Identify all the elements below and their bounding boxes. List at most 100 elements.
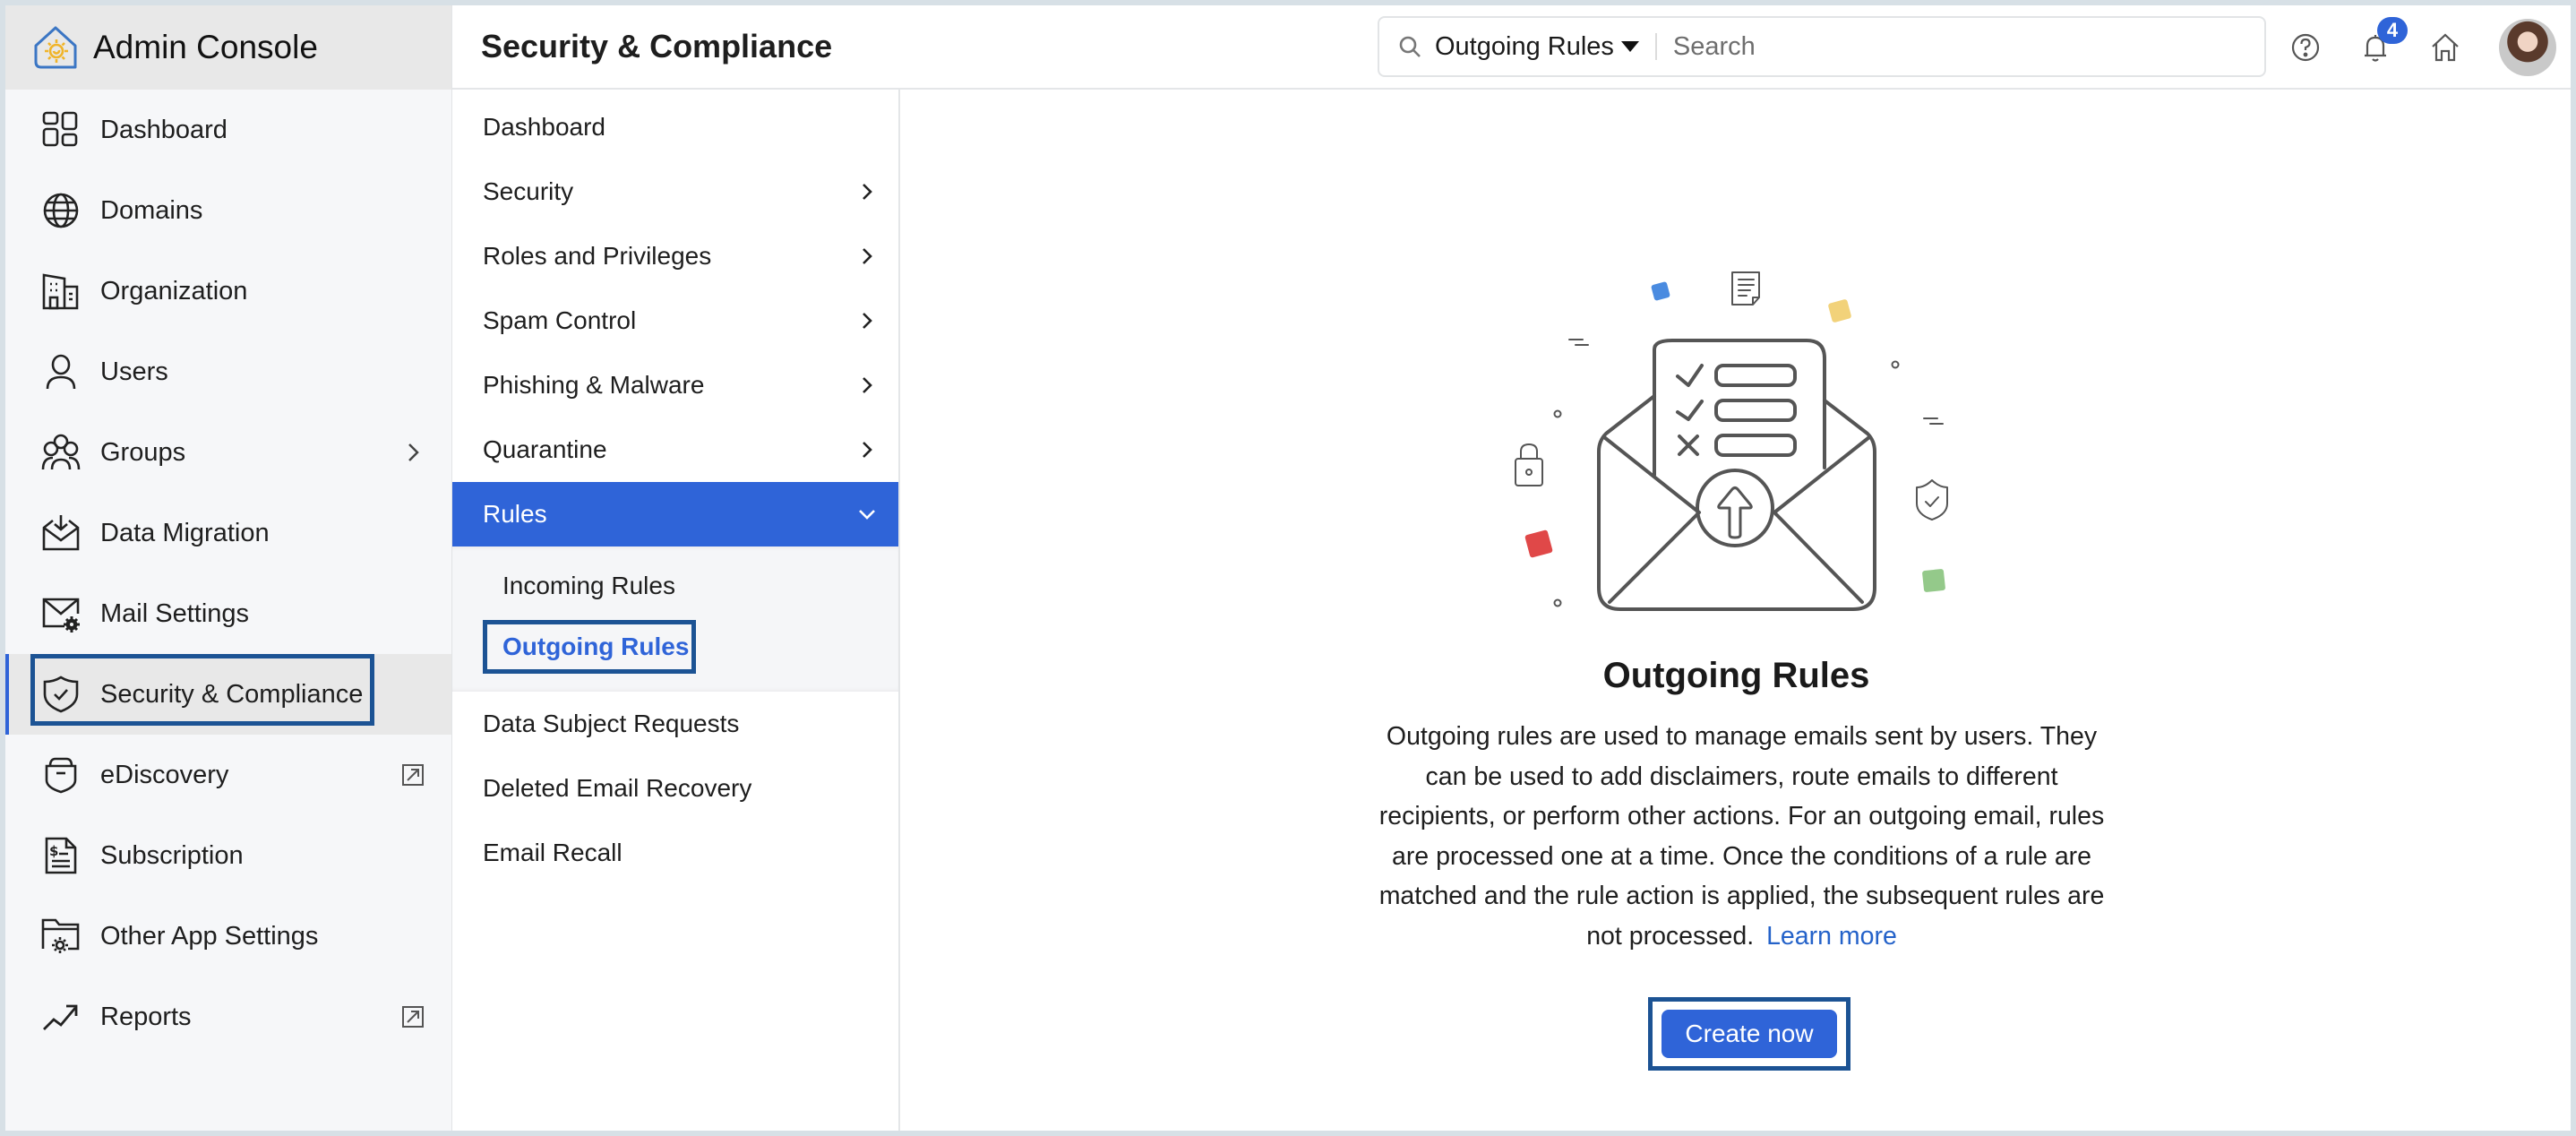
sidebar-item-label: Other App Settings <box>100 921 319 951</box>
sidebar-item-label: eDiscovery <box>100 760 229 789</box>
line-bar-3 <box>1714 434 1797 457</box>
subnav-item-dashboard[interactable]: Dashboard <box>452 95 898 159</box>
external-link-icon[interactable] <box>399 1003 426 1030</box>
subnav-item-deleted-email-recovery[interactable]: Deleted Email Recovery <box>452 756 898 821</box>
folder-settings-icon <box>41 918 80 953</box>
sidebar-item-label: Security & Compliance <box>100 679 364 709</box>
notifications-button[interactable]: 4 <box>2359 17 2408 64</box>
subnav-item-spam-control[interactable]: Spam Control <box>452 288 898 353</box>
subnav-item-label: Quarantine <box>483 435 607 463</box>
document-icon <box>1731 271 1760 306</box>
rules-submenu: Incoming Rules Outgoing Rules <box>452 546 898 692</box>
notification-badge: 4 <box>2377 17 2408 44</box>
sidebar-item-groups[interactable]: Groups <box>5 412 451 493</box>
subnav-item-label: Phishing & Malware <box>483 371 705 399</box>
subnav-item-label: Dashboard <box>483 113 605 141</box>
search-scope-dropdown[interactable]: Outgoing Rules <box>1435 32 1639 62</box>
line-bar-2 <box>1714 399 1797 422</box>
sidebar-item-subscription[interactable]: $ Subscription <box>5 815 451 896</box>
app-title: Admin Console <box>93 29 318 65</box>
external-link-icon[interactable] <box>399 762 426 788</box>
arrow-up-icon <box>1717 486 1753 539</box>
envelope-fold <box>1602 435 1871 604</box>
subnav-item-incoming-rules[interactable]: Incoming Rules <box>452 555 898 616</box>
envelope <box>1597 394 1876 611</box>
section-subnav: Dashboard Security Roles and Privileges … <box>452 90 900 1131</box>
subnav-item-email-recall[interactable]: Email Recall <box>452 821 898 885</box>
sidebar-item-reports[interactable]: Reports <box>5 977 451 1057</box>
chevron-right-icon <box>863 184 872 200</box>
chevron-right-icon <box>863 442 872 458</box>
header-actions: 4 <box>2289 5 2571 90</box>
confetti-yellow <box>1828 299 1851 323</box>
sidebar: Admin Console Dashboard Domains Organiza… <box>5 5 452 1131</box>
svg-text:$: $ <box>49 843 58 859</box>
sidebar-item-label: Dashboard <box>100 115 228 144</box>
inbox-download-icon <box>42 515 80 551</box>
check-2 <box>1676 400 1704 421</box>
subnav-item-quarantine[interactable]: Quarantine <box>452 417 898 482</box>
create-button-highlight: Create now <box>1648 997 1850 1071</box>
dash-mark <box>1568 339 1589 346</box>
admin-console-logo-icon <box>34 26 77 69</box>
user-avatar[interactable] <box>2499 19 2556 76</box>
subnav-item-rules[interactable]: Rules <box>452 482 898 546</box>
cross <box>1678 435 1699 456</box>
sidebar-item-ediscovery[interactable]: eDiscovery <box>5 735 451 815</box>
app-window: Admin Console Dashboard Domains Organiza… <box>5 5 2571 1131</box>
letter <box>1653 339 1826 469</box>
subnav-item-label: Rules <box>483 500 547 528</box>
subnav-item-label: Spam Control <box>483 306 637 334</box>
chevron-right-icon <box>863 313 872 329</box>
search-icon <box>1399 36 1421 57</box>
create-now-button[interactable]: Create now <box>1662 1010 1837 1058</box>
sidebar-item-data-migration[interactable]: Data Migration <box>5 493 451 573</box>
subnav-item-security[interactable]: Security <box>452 159 898 224</box>
subnav-item-data-subject-requests[interactable]: Data Subject Requests <box>452 692 898 756</box>
caret-down-icon <box>1620 41 1639 52</box>
subnav-item-roles-privileges[interactable]: Roles and Privileges <box>452 224 898 288</box>
dashboard-icon <box>42 111 78 147</box>
groups-icon <box>41 434 81 470</box>
chevron-right-icon <box>863 377 872 393</box>
search-input[interactable] <box>1672 31 2264 62</box>
subnav-item-label: Outgoing Rules <box>502 633 690 660</box>
home-icon[interactable] <box>2429 31 2461 64</box>
invoice-icon: $ <box>45 837 77 874</box>
subnav-item-outgoing-rules[interactable]: Outgoing Rules <box>452 616 898 677</box>
confetti-blue <box>1651 281 1670 301</box>
confetti-green <box>1922 569 1945 592</box>
outgoing-rules-illustration <box>1515 271 1948 611</box>
help-icon[interactable] <box>2289 31 2322 64</box>
search-divider <box>1654 33 1657 60</box>
empty-state-title: Outgoing Rules <box>1602 656 1870 695</box>
sidebar-item-mail-settings[interactable]: Mail Settings <box>5 573 451 654</box>
sidebar-item-domains[interactable]: Domains <box>5 170 451 251</box>
brand-header: Admin Console <box>5 5 451 90</box>
sidebar-item-label: Domains <box>100 195 203 225</box>
sidebar-item-organization[interactable]: Organization <box>5 251 451 331</box>
empty-state-description: Outgoing rules are used to manage emails… <box>1377 717 2107 956</box>
page-title: Security & Compliance <box>481 28 833 65</box>
trend-icon <box>43 1004 78 1030</box>
search-bar[interactable]: Outgoing Rules <box>1378 16 2266 77</box>
main-content: Outgoing Rules Outgoing rules are used t… <box>902 91 2571 1131</box>
sidebar-item-label: Reports <box>100 1002 192 1031</box>
globe-icon <box>43 193 79 228</box>
learn-more-link[interactable]: Learn more <box>1766 922 1897 951</box>
sidebar-item-users[interactable]: Users <box>5 331 451 412</box>
top-header: Security & Compliance Outgoing Rules 4 <box>452 5 2571 90</box>
description-text: Outgoing rules are used to manage emails… <box>1378 722 2105 951</box>
subnav-item-phishing-malware[interactable]: Phishing & Malware <box>452 353 898 417</box>
shield-check-icon <box>43 676 79 713</box>
sidebar-item-dashboard[interactable]: Dashboard <box>5 90 451 170</box>
chevron-right-icon <box>863 248 872 264</box>
confetti-red <box>1524 529 1553 558</box>
dot-mark <box>1891 360 1900 369</box>
search-scope-label: Outgoing Rules <box>1435 31 1614 61</box>
sidebar-item-label: Organization <box>100 276 248 306</box>
sidebar-item-other-app-settings[interactable]: Other App Settings <box>5 896 451 977</box>
sidebar-item-security-compliance[interactable]: Security & Compliance <box>5 654 451 735</box>
chevron-right-icon <box>408 443 419 461</box>
check-1 <box>1676 364 1704 387</box>
